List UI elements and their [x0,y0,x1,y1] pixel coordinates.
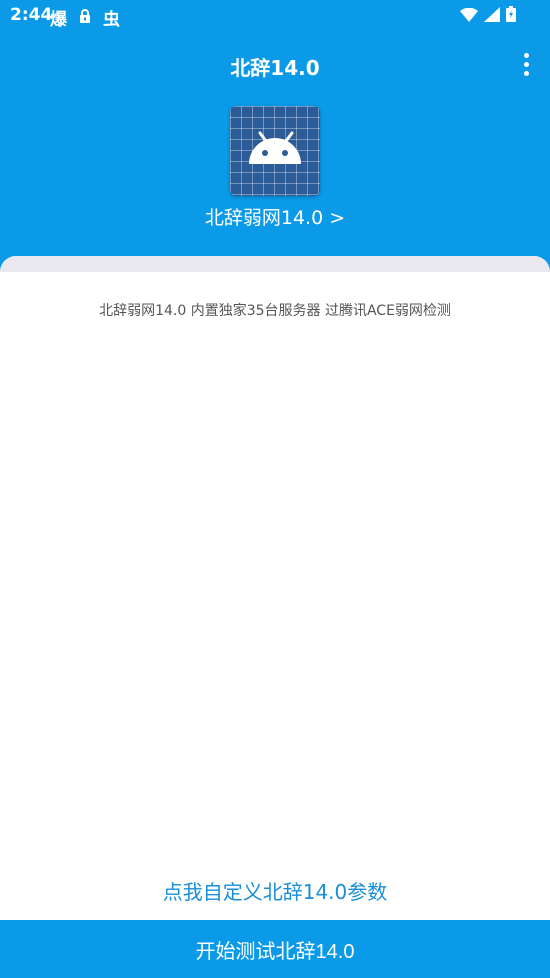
system-icons [460,6,516,27]
wifi-icon [460,7,478,27]
lock-icon [79,8,91,27]
cell-signal-icon [484,6,500,27]
header-background: 2:44 爆 虫 北辞14.0 北辞弱网14.0 > [0,0,550,275]
battery-icon [506,6,516,27]
sheet-top-strip [0,256,550,272]
status-time: 2:44 [10,5,53,25]
app-title: 北辞14.0 [230,56,320,80]
start-test-button[interactable]: 开始测试北辞14.0 [0,920,550,978]
description-text: 北辞弱网14.0 内置独家35台服务器 过腾讯ACE弱网检测 [99,303,451,319]
custom-params-link[interactable]: 点我自定义北辞14.0参数 [0,876,550,905]
notification-icons: 爆 虫 [50,5,120,30]
content-sheet: 北辞弱网14.0 内置独家35台服务器 过腾讯ACE弱网检测 点我自定义北辞14… [0,256,550,978]
app-subtitle-link[interactable]: 北辞弱网14.0 > [0,203,550,230]
notification-char-2: 虫 [103,10,120,30]
notification-char-1: 爆 [50,10,67,30]
app-bar: 北辞14.0 [0,40,550,88]
android-icon [230,106,320,196]
more-vert-icon[interactable] [516,50,536,78]
status-bar: 2:44 爆 虫 [0,0,550,32]
screen: 2:44 爆 虫 北辞14.0 北辞弱网14.0 > 北辞弱网14.0 内置独家… [0,0,550,978]
